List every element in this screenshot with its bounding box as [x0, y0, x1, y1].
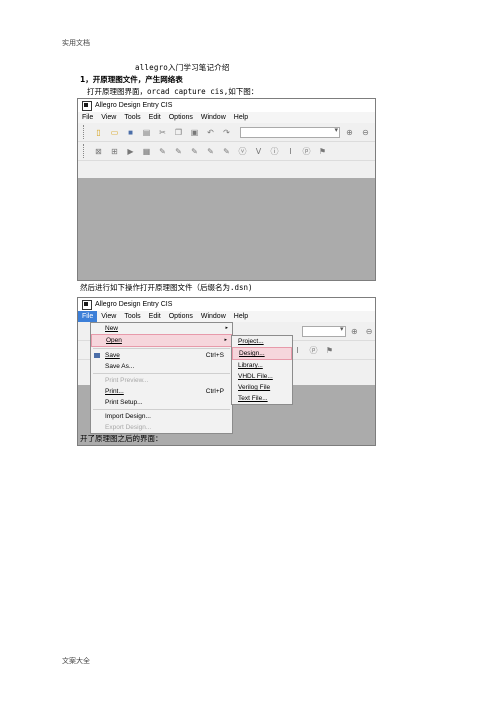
menu-view[interactable]: View [97, 112, 120, 123]
submenu-item-design[interactable]: Design... [232, 347, 292, 360]
menu-view[interactable]: View [97, 311, 120, 322]
page-footer: 文案大全 [62, 657, 90, 665]
menu-tools[interactable]: Tools [120, 311, 144, 322]
menu-help[interactable]: Help [230, 311, 252, 322]
probe-2-icon[interactable]: ✎ [172, 145, 185, 157]
menu-window[interactable]: Window [197, 311, 230, 322]
redo-icon[interactable]: ↷ [220, 126, 233, 138]
zoom-out-icon[interactable]: ⊖ [359, 126, 372, 138]
window-title: Allegro Design Entry CIS [95, 102, 173, 109]
menu-item-import-design[interactable]: Import Design... [91, 411, 232, 422]
power-icon[interactable]: ⓟ [307, 344, 320, 356]
flag-icon[interactable]: ⚑ [323, 344, 336, 356]
menu-options[interactable]: Options [165, 112, 197, 123]
probe-4-icon[interactable]: ✎ [204, 145, 217, 157]
open-icon[interactable]: ▭ [108, 126, 121, 138]
power-icon[interactable]: ⓟ [300, 145, 313, 157]
menu-edit[interactable]: Edit [145, 112, 165, 123]
bom-icon[interactable]: ▦ [140, 145, 153, 157]
menu-file[interactable]: File [78, 311, 98, 322]
part-combo-box[interactable] [302, 325, 346, 337]
menu-item-print[interactable]: Print... Ctrl+P [91, 386, 232, 397]
submenu-item-verilog[interactable]: Verilog File [232, 382, 292, 393]
new-icon[interactable]: ▯ [92, 126, 105, 138]
marker-v-icon[interactable]: Ⅴ [252, 145, 265, 157]
file-menu-dropdown: New ▸ Open ▸ Save Ctrl+S Save As... Print P… [90, 322, 233, 434]
save-icon[interactable]: ■ [124, 126, 137, 138]
open-submenu: Project... Design... Library... VHDL Fil… [231, 335, 293, 405]
zoom-in-icon[interactable]: ⊕ [349, 325, 361, 337]
client-area [78, 178, 375, 280]
section-heading: 1，开原理图文件，产生网络表 [80, 75, 183, 84]
doc-title: allegro入门学习笔记介绍 [135, 63, 230, 72]
probe-icon[interactable]: ✎ [156, 145, 169, 157]
menu-item-new[interactable]: New ▸ [91, 323, 232, 334]
probe-3-icon[interactable]: ✎ [188, 145, 201, 157]
menu-item-print-preview: Print Preview... [105, 377, 149, 384]
window-title: Allegro Design Entry CIS [95, 301, 173, 308]
flag-icon[interactable]: ⚑ [316, 145, 329, 157]
menu-window[interactable]: Window [197, 112, 230, 123]
menu-separator [93, 348, 230, 349]
part-combo-box[interactable] [240, 126, 340, 138]
menu-edit[interactable]: Edit [145, 311, 165, 322]
marker-diff-icon[interactable]: Ⅰ [284, 145, 297, 157]
zoom-in-icon[interactable]: ⊕ [343, 126, 356, 138]
paragraph-2: 然后进行如下操作打开原理图文件（后缀名为.dsn) [80, 283, 253, 292]
menu-bar: File View Tools Edit Options Window Help [78, 311, 375, 322]
save-icon [94, 353, 100, 358]
marker-i-icon[interactable]: ⓘ [268, 145, 281, 157]
page-header: 实用文档 [62, 39, 90, 47]
toolbar-grip[interactable] [83, 125, 86, 139]
toolbar-standard: ▯ ▭ ■ ▤ ✂ ❐ ▣ ↶ ↷ ⊕ ⊖ [78, 123, 375, 142]
menu-options[interactable]: Options [165, 311, 197, 322]
voltage-icon[interactable]: ⓥ [236, 145, 249, 157]
submenu-item-vhdl[interactable]: VHDL File... [232, 371, 292, 382]
print-icon[interactable]: ▤ [140, 126, 153, 138]
paste-icon[interactable]: ▣ [188, 126, 201, 138]
menu-item-save-as[interactable]: Save As... [91, 361, 232, 372]
menu-item-print-setup[interactable]: Print Setup... [91, 397, 232, 408]
menu-help[interactable]: Help [230, 112, 252, 123]
zoom-out-icon[interactable]: ⊖ [363, 325, 375, 337]
screenshot-capture-main: Allegro Design Entry CIS File View Tools… [77, 98, 376, 281]
screenshot-open-menu: Allegro Design Entry CIS File View Tools… [77, 297, 376, 446]
menu-tools[interactable]: Tools [120, 112, 144, 123]
menu-separator [93, 373, 230, 374]
paragraph-3: 开了原理图之后的界面： [80, 434, 163, 443]
menu-item-open[interactable]: Open ▸ [91, 334, 232, 347]
submenu-item-text[interactable]: Text File... [232, 393, 292, 404]
toolbar-grip-2[interactable] [83, 144, 86, 158]
menu-file[interactable]: File [78, 112, 97, 123]
run-icon[interactable]: ▶ [124, 145, 137, 157]
design-rules-icon[interactable]: ⊠ [92, 145, 105, 157]
submenu-item-library[interactable]: Library... [232, 360, 292, 371]
cut-icon[interactable]: ✂ [156, 126, 169, 138]
copy-icon[interactable]: ❐ [172, 126, 185, 138]
toolbar-capture: ⊠ ⊞ ▶ ▦ ✎ ✎ ✎ ✎ ✎ ⓥ Ⅴ ⓘ Ⅰ ⓟ ⚑ [78, 142, 375, 161]
probe-5-icon[interactable]: ✎ [220, 145, 233, 157]
window-titlebar: Allegro Design Entry CIS [78, 99, 375, 112]
menu-bar: File View Tools Edit Options Window Help [78, 112, 375, 123]
app-icon [82, 299, 92, 310]
menu-separator [93, 409, 230, 410]
menu-item-save[interactable]: Save Ctrl+S [91, 350, 232, 361]
netlist-icon[interactable]: ⊞ [108, 145, 121, 157]
app-icon [82, 100, 92, 111]
window-titlebar: Allegro Design Entry CIS [78, 298, 375, 311]
undo-icon[interactable]: ↶ [204, 126, 217, 138]
paragraph-1: 打开原理图界面，orcad capture cis,如下图： [87, 87, 259, 96]
submenu-item-project[interactable]: Project... [232, 336, 292, 347]
menu-item-export-design: Export Design... [105, 424, 152, 431]
